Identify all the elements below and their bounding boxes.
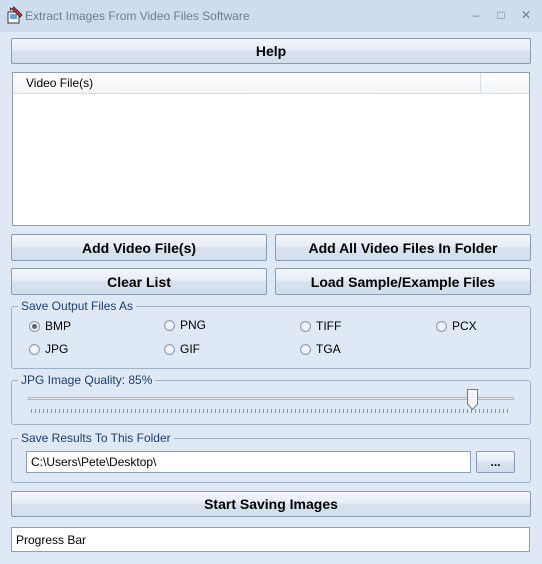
list-header: Video File(s): [13, 73, 529, 94]
radio-bmp[interactable]: BMP: [29, 319, 71, 333]
title-bar[interactable]: Extract Images From Video Files Software…: [0, 0, 542, 32]
radio-label: JPG: [45, 342, 69, 356]
radio-indicator[interactable]: [436, 320, 447, 332]
radio-indicator[interactable]: [164, 319, 175, 331]
add-all-in-folder-button[interactable]: Add All Video Files In Folder: [275, 234, 531, 261]
radio-indicator[interactable]: [300, 320, 311, 332]
progress-bar: Progress Bar: [11, 527, 530, 552]
close-button[interactable]: ✕: [516, 7, 536, 23]
progress-label: Progress Bar: [16, 532, 87, 547]
start-saving-button[interactable]: Start Saving Images: [11, 491, 531, 517]
radio-indicator[interactable]: [29, 343, 40, 355]
save-folder-label: Save Results To This Folder: [18, 431, 174, 445]
radio-tga[interactable]: TGA: [300, 342, 341, 356]
minimize-button[interactable]: –: [466, 7, 486, 23]
output-format-group: Save Output Files As: [11, 299, 531, 369]
output-format-label: Save Output Files As: [18, 299, 137, 313]
radio-png[interactable]: PNG: [164, 318, 206, 332]
window-title: Extract Images From Video Files Software: [25, 9, 250, 23]
quality-slider-thumb[interactable]: [467, 389, 478, 410]
radio-label: BMP: [45, 319, 72, 333]
load-sample-button[interactable]: Load Sample/Example Files: [275, 268, 531, 295]
quality-slider-ticks: [31, 409, 511, 413]
jpg-quality-label: JPG Image Quality: 85%: [18, 373, 156, 387]
radio-indicator[interactable]: [164, 343, 175, 355]
radio-label: GIF: [180, 342, 200, 356]
help-button[interactable]: Help: [11, 38, 531, 64]
radio-label: PNG: [180, 318, 207, 332]
app-icon: [7, 6, 23, 24]
radio-jpg[interactable]: JPG: [29, 342, 68, 356]
radio-gif[interactable]: GIF: [164, 342, 200, 356]
radio-label: PCX: [452, 319, 477, 333]
radio-tiff[interactable]: TIFF: [300, 319, 341, 333]
video-file-list[interactable]: Video File(s): [12, 72, 530, 226]
radio-indicator[interactable]: [300, 343, 311, 355]
radio-label: TIFF: [316, 319, 342, 333]
column-header-video-files[interactable]: Video File(s): [13, 73, 481, 93]
quality-slider-track[interactable]: [28, 397, 514, 400]
maximize-button[interactable]: □: [491, 7, 511, 23]
clear-list-button[interactable]: Clear List: [11, 268, 267, 295]
folder-path-input[interactable]: [26, 451, 471, 473]
browse-folder-button[interactable]: ...: [476, 451, 515, 473]
radio-indicator-selected[interactable]: [29, 320, 40, 332]
radio-label: TGA: [316, 342, 341, 356]
radio-pcx[interactable]: PCX: [436, 319, 477, 333]
add-video-files-button[interactable]: Add Video File(s): [11, 234, 267, 261]
jpg-quality-group: JPG Image Quality: 85%: [11, 373, 531, 425]
